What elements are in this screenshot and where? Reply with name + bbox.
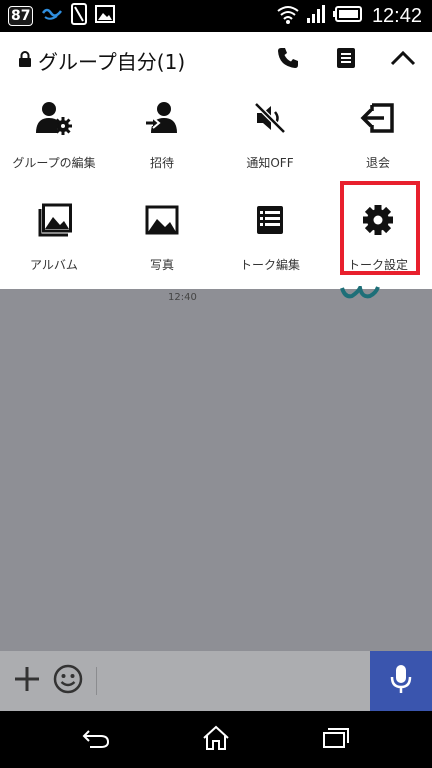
chat-area: 12:40	[0, 281, 432, 651]
message-time: 12:40	[168, 292, 197, 303]
menu-item-album[interactable]: アルバム	[0, 190, 108, 286]
system-nav-bar	[0, 711, 432, 768]
invite-icon	[144, 100, 180, 136]
menu-item-label: 写真	[149, 258, 174, 272]
menu-item-label: 招待	[149, 156, 174, 170]
leave-highlight-box	[340, 181, 420, 275]
sim-icon	[71, 3, 88, 29]
note-icon	[336, 47, 356, 73]
menu-item-label: グループの編集	[12, 156, 96, 170]
menu-item-invite[interactable]: 招待	[108, 88, 216, 184]
menu-item-photo[interactable]: 写真	[108, 190, 216, 286]
mute-icon	[252, 100, 288, 136]
photo-icon	[144, 202, 180, 238]
sticker-partial-icon	[340, 281, 380, 299]
home-icon	[202, 725, 230, 755]
menu-item-label: アルバム	[30, 258, 78, 272]
input-divider	[96, 667, 97, 695]
chat-title: グループ自分(1)	[38, 50, 186, 74]
menu-item-talk-edit[interactable]: トーク編集	[216, 190, 324, 286]
menu-item-label: 通知OFF	[246, 156, 294, 170]
microphone-icon	[390, 664, 412, 698]
album-icon	[36, 202, 72, 238]
phone-icon	[276, 46, 300, 74]
lock-icon	[18, 50, 32, 71]
wifi-icon	[276, 4, 300, 28]
group-edit-icon	[36, 100, 72, 136]
menu-item-label: トーク編集	[239, 258, 300, 272]
recent-apps-icon	[322, 727, 350, 753]
chat-header: グループ自分(1)	[0, 32, 432, 88]
message-input-bar	[0, 651, 432, 711]
clock: 12:42	[371, 4, 422, 27]
notification-count-badge: 87	[8, 6, 34, 26]
note-button[interactable]	[332, 46, 360, 74]
emoji-button[interactable]	[52, 664, 84, 698]
screen: 87 12:42 グループ自分(1) グループの編集 招待 通知OFF 退会 ア…	[0, 0, 432, 768]
attach-button[interactable]	[11, 665, 43, 697]
plus-icon	[13, 665, 41, 697]
menu-item-label: 退会	[365, 156, 390, 170]
menu-item-mute[interactable]: 通知OFF	[216, 88, 324, 184]
chevron-up-icon	[390, 50, 416, 70]
voice-message-button[interactable]	[370, 651, 432, 711]
leave-icon	[360, 100, 396, 136]
menu-item-leave[interactable]: 退会	[324, 88, 432, 184]
status-bar: 87 12:42	[0, 0, 432, 32]
chat-menu-panel: グループの編集 招待 通知OFF 退会 アルバム 写真 トーク編集 トーク設定	[0, 88, 432, 289]
list-icon	[252, 202, 288, 238]
image-notify-icon	[95, 5, 116, 27]
back-button[interactable]	[80, 725, 112, 755]
signal-icon	[306, 4, 326, 28]
call-button[interactable]	[274, 46, 302, 74]
recent-apps-button[interactable]	[320, 725, 352, 755]
collapse-menu-button[interactable]	[389, 46, 417, 74]
menu-item-group-edit[interactable]: グループの編集	[0, 88, 108, 184]
bluetooth-icon	[41, 5, 63, 27]
back-arrow-icon	[81, 727, 111, 753]
home-button[interactable]	[200, 725, 232, 755]
smiley-icon	[53, 664, 83, 698]
battery-icon	[332, 6, 362, 26]
